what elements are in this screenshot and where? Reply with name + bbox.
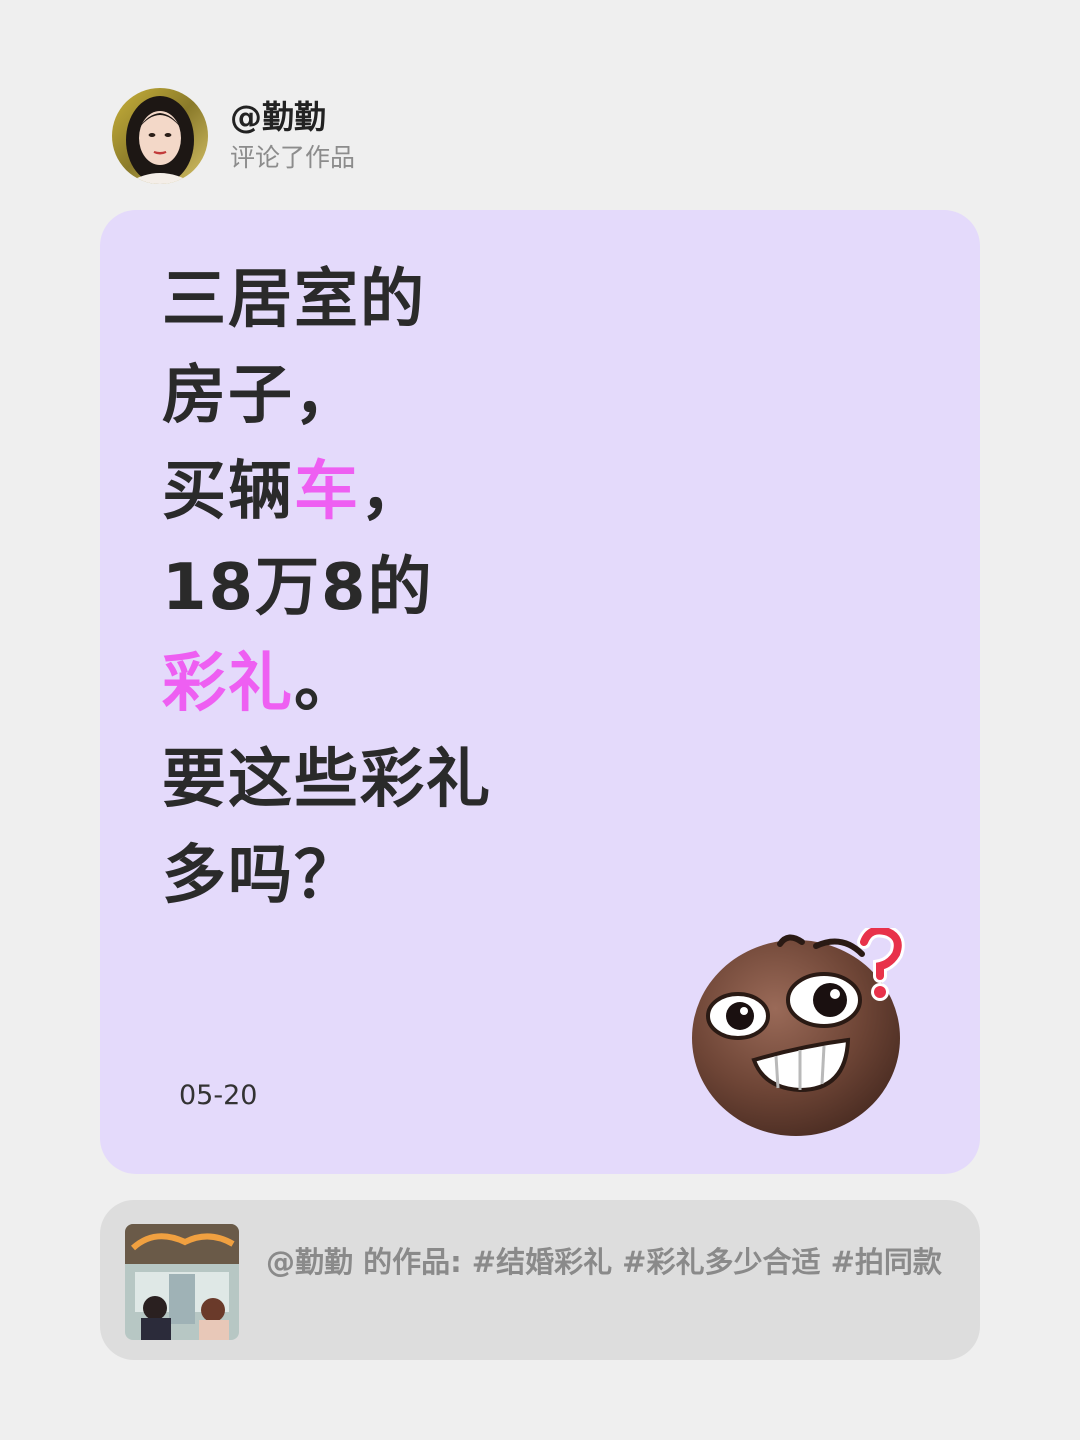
avatar[interactable]: [112, 88, 208, 184]
comment-segment: 三居室的: [162, 263, 426, 337]
username[interactable]: @勤勤: [230, 97, 355, 137]
comment-line: 多吗？: [162, 828, 492, 924]
comment-line: 三居室的: [162, 252, 492, 348]
comment-segment: 。: [294, 647, 360, 721]
comment-date: 05-20: [179, 1080, 258, 1111]
comment-segment: 多吗？: [162, 839, 360, 913]
comment-header: @勤勤 评论了作品: [112, 88, 355, 184]
video-thumbnail-icon: [125, 1224, 239, 1340]
comment-segment: 房子，: [162, 359, 360, 433]
user-info: @勤勤 评论了作品: [230, 97, 355, 175]
comment-line: 买辆车，: [162, 444, 492, 540]
comment-line: 彩礼。: [162, 636, 492, 732]
comment-line: 18万8的: [162, 540, 492, 636]
comment-segment: 18万8的: [162, 551, 434, 625]
action-text: 评论了作品: [230, 143, 356, 172]
comment-card: 三居室的房子， 买辆车， 18万8的彩礼。要这些彩礼多吗？ 05-20: [100, 210, 980, 1174]
comment-segment: 要这些彩礼: [162, 743, 492, 817]
comment-text: 三居室的房子， 买辆车， 18万8的彩礼。要这些彩礼多吗？: [162, 252, 492, 924]
comment-segment: 买辆: [162, 455, 294, 529]
highlighted-text: 车: [294, 455, 360, 529]
work-description: @勤勤 的作品: #结婚彩礼 #彩礼多少合适 #拍同款: [266, 1245, 942, 1279]
comment-line: 房子，: [162, 348, 492, 444]
comment-segment: ，: [360, 455, 426, 529]
highlighted-text: 彩礼: [162, 647, 294, 721]
avatar-image: [112, 88, 208, 184]
confused-grin-face-emoji: [692, 928, 905, 1136]
page: @勤勤 评论了作品 三居室的房子， 买辆车， 18万8的彩礼。要这些彩礼多吗？ 05…: [0, 0, 1080, 1440]
comment-line: 要这些彩礼: [162, 732, 492, 828]
work-thumbnail[interactable]: [125, 1224, 239, 1340]
work-reference[interactable]: @勤勤 的作品: #结婚彩礼 #彩礼多少合适 #拍同款: [100, 1200, 980, 1360]
